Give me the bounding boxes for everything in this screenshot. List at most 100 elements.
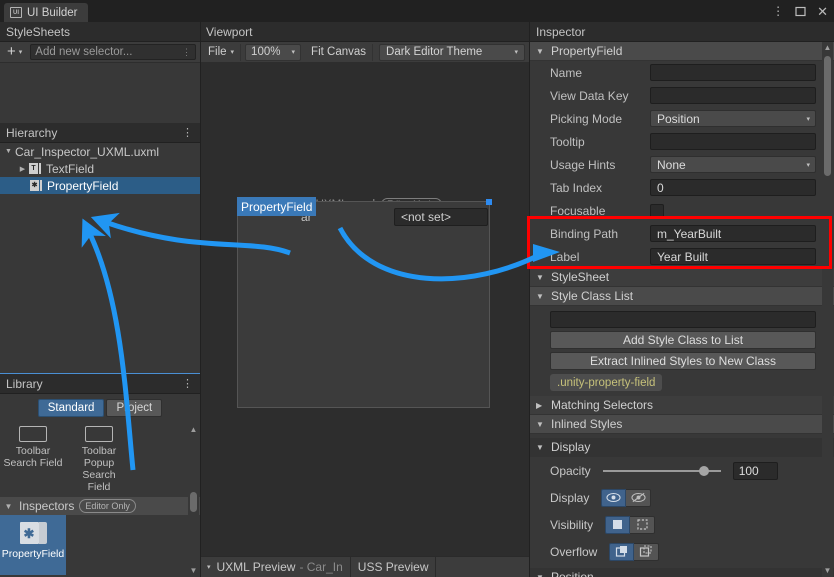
scroll-up-icon[interactable]: ▲ [188,424,199,435]
style-class-input[interactable] [550,311,816,328]
chevron-down-icon: ▾ [292,48,296,56]
library-item-toolbar-popup-search-field[interactable]: Toolbar Popup Search Field [66,421,132,493]
stylesheet-foldout-label: StyleSheet [551,270,609,284]
inspector-scrollbar[interactable]: ▲ ▼ [822,42,833,577]
focusable-checkbox[interactable] [650,204,664,218]
picking-mode-dropdown[interactable]: Position ▾ [650,110,816,127]
inspector-foldout-inlined-styles[interactable]: ▼ Inlined Styles [530,415,834,434]
field-label: Tooltip [550,135,650,149]
expand-triangle-icon[interactable]: ▼ [2,148,15,155]
name-input[interactable] [650,64,816,81]
viewport-bottom-tabs: ▾ UXML Preview - Car_In USS Preview [200,556,530,577]
expand-triangle-icon[interactable]: ▼ [536,443,546,452]
inspector-foldout-display[interactable]: ▼ Display [530,438,834,457]
inspector-foldout-label: PropertyField [551,44,622,58]
hierarchy-menu-icon[interactable]: ⋮ [182,126,193,139]
chevron-down-icon: ▾ [806,115,810,123]
library-section-inspectors[interactable]: ▼ Inspectors Editor Only [0,497,200,515]
panel-separator-right [529,22,530,577]
stylesheets-panel: StyleSheets + ▾ Add new selector... ⋮ [0,22,200,123]
inspector-foldout-stylesheet[interactable]: ▼ StyleSheet [530,268,834,287]
hierarchy-item-propertyfield[interactable]: ✱ PropertyField [0,177,200,194]
library-tab-project[interactable]: Project [106,399,162,417]
library-scrollbar-thumb[interactable] [190,492,197,512]
canvas[interactable]: ar <not set> [237,201,490,408]
canvas-resize-handle[interactable] [486,199,492,205]
chevron-down-icon: ▾ [19,48,23,56]
expand-triangle-icon[interactable]: ▼ [536,420,546,429]
eye-icon[interactable] [601,489,626,507]
hierarchy-item-document[interactable]: ▼ Car_Inspector_UXML.uxml [0,143,200,160]
opacity-slider-knob[interactable] [699,466,709,476]
style-class-list-label: Style Class List [551,289,633,303]
scroll-down-icon[interactable]: ▼ [188,565,199,576]
overflow-hidden-icon[interactable] [634,543,659,561]
window-tab-ui-builder[interactable]: UI UI Builder [4,3,88,22]
tab-index-input[interactable]: 0 [650,179,816,196]
hierarchy-item-label: PropertyField [47,179,118,193]
field-row-label: Label Year Built [530,245,834,268]
library-item-label: Toolbar [66,445,132,457]
library-section-label: Inspectors [19,499,74,513]
label-input[interactable]: Year Built [650,248,816,265]
inspector-foldout-matching-selectors[interactable]: ▶ Matching Selectors [530,396,834,415]
ui-builder-window: UI UI Builder ⋮ ✕ StyleSheets + ▾ Add [0,0,834,577]
add-new-selector-input[interactable]: Add new selector... ⋮ [30,44,196,60]
expand-triangle-icon[interactable]: ▼ [536,273,546,282]
binding-path-input[interactable]: m_YearBuilt [650,225,816,242]
dashed-square-icon[interactable] [630,516,655,534]
inspector-content: ▼ PropertyField Name View Data Key Picki… [530,42,834,577]
maximize-icon[interactable] [795,6,806,17]
library-item-toolbar-search-field[interactable]: Toolbar Search Field [0,421,66,493]
file-menu-button[interactable]: File ▾ [202,44,241,61]
inlined-styles-label: Inlined Styles [551,417,622,431]
window-titlebar: UI UI Builder ⋮ ✕ [0,0,834,22]
library-item-propertyfield[interactable]: ✱ PropertyField [0,515,66,575]
theme-dropdown[interactable]: Dark Editor Theme ▾ [379,44,525,61]
inspector-foldout-propertyfield[interactable]: ▼ PropertyField [530,42,834,61]
tab-uxml-preview[interactable]: ▾ UXML Preview - Car_In [200,557,351,577]
library-scrollbar[interactable]: ▲ ▼ [188,424,199,576]
eye-off-icon[interactable] [626,489,651,507]
opacity-slider[interactable] [603,462,721,479]
extract-inlined-styles-button[interactable]: Extract Inlined Styles to New Class [550,352,816,370]
selector-options-icon[interactable]: ⋮ [182,47,191,58]
tab-uss-preview-label: USS Preview [358,560,429,574]
scroll-down-icon[interactable]: ▼ [822,565,833,577]
style-class-chip[interactable]: .unity-property-field [550,374,662,391]
tooltip-input[interactable] [650,133,816,150]
inspector-foldout-position[interactable]: ▼ Position [530,568,834,577]
inspector-foldout-style-class-list[interactable]: ▼ Style Class List [530,287,834,306]
overflow-visible-icon[interactable] [609,543,634,561]
ui-builder-icon: UI [10,7,22,18]
toolbar-search-field-icon [19,426,47,442]
fit-canvas-button[interactable]: Fit Canvas [305,44,373,61]
inspector-scrollbar-thumb[interactable] [824,56,831,176]
library-tab-standard[interactable]: Standard [38,399,105,417]
viewport-panel: Viewport File ▾ 100% ▾ Fit Canvas Dark E… [200,22,530,577]
add-new-selector-placeholder: Add new selector... [35,46,132,58]
expand-triangle-icon[interactable]: ▼ [536,292,546,301]
library-item-label-line2: Popup Search [66,457,132,481]
scroll-up-icon[interactable]: ▲ [822,42,833,54]
close-icon[interactable]: ✕ [817,5,828,18]
expand-triangle-icon[interactable]: ▶ [16,165,29,173]
filled-square-icon[interactable] [605,516,630,534]
usage-hints-dropdown[interactable]: None ▾ [650,156,816,173]
zoom-level-dropdown[interactable]: 100% ▾ [245,44,301,61]
canvas-row-value[interactable]: <not set> [394,208,488,226]
expand-triangle-icon[interactable]: ▶ [536,401,546,410]
opacity-value-input[interactable]: 100 [733,462,778,480]
window-menu-icon[interactable]: ⋮ [772,5,784,17]
expand-triangle-icon[interactable]: ▼ [536,47,546,56]
hierarchy-item-textfield[interactable]: ▶ T TextField [0,160,200,177]
viewport-canvas-area[interactable]: Car_Inspector_UXML.uxml Editor Mode ar <… [200,63,530,556]
tab-uss-preview[interactable]: USS Preview [351,557,437,577]
expand-triangle-icon[interactable]: ▼ [536,573,546,577]
view-data-key-input[interactable] [650,87,816,104]
library-menu-icon[interactable]: ⋮ [182,377,193,390]
expand-triangle-icon[interactable]: ▼ [3,502,14,511]
add-stylesheet-button[interactable]: + ▾ [4,44,25,61]
field-label: Label [550,250,650,264]
add-style-class-button[interactable]: Add Style Class to List [550,331,816,349]
